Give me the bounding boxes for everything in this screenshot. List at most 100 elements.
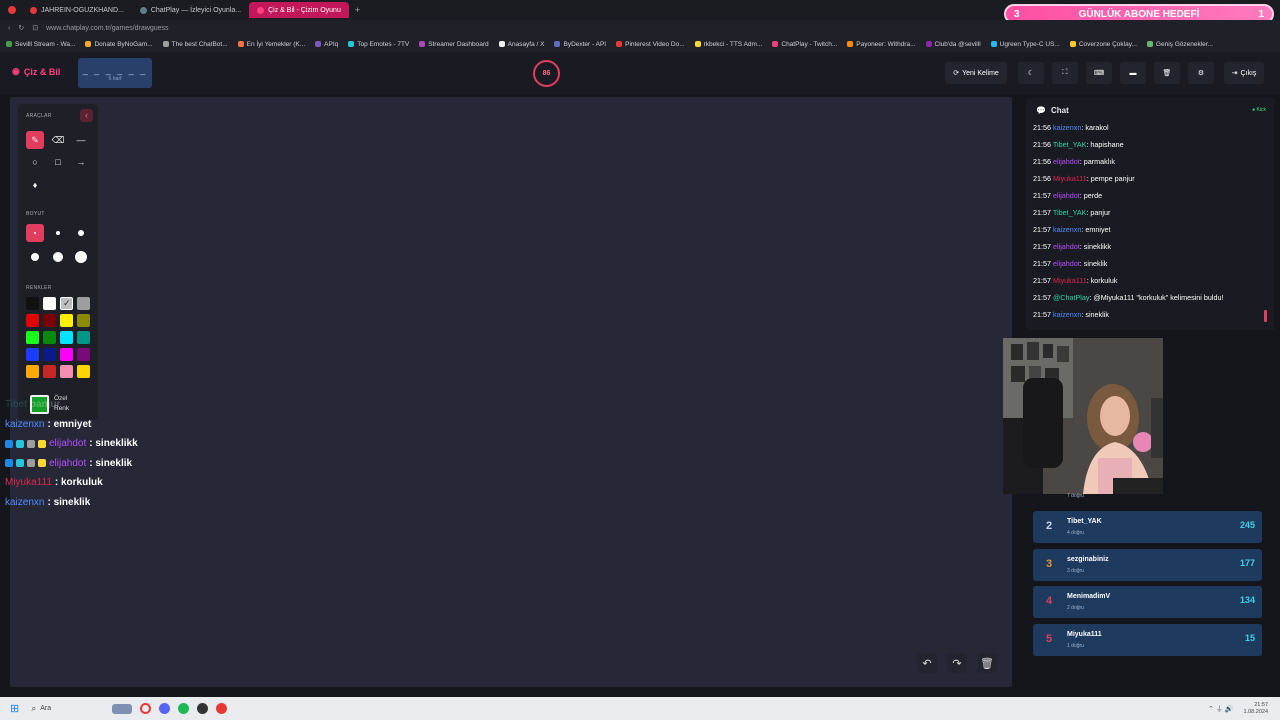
bookmark-item[interactable]: Streamer Dashboard	[419, 41, 489, 48]
trash-button[interactable]: 🗑	[1154, 62, 1180, 84]
chat-user[interactable]: kaizenxn	[1053, 310, 1081, 319]
color-swatch[interactable]	[60, 348, 73, 361]
bookmark-item[interactable]: rkbekci - TTS Adm...	[694, 41, 762, 48]
pen-tool[interactable]: ✎	[26, 131, 44, 149]
keyboard-button[interactable]: ⌨	[1086, 62, 1112, 84]
fullscreen-button[interactable]: ⛶	[1052, 62, 1078, 84]
tools-title: ARAÇLAR	[26, 113, 52, 119]
settings-button[interactable]: ⚙	[1188, 62, 1214, 84]
browser-menu-icon[interactable]	[8, 6, 16, 14]
color-swatch[interactable]	[26, 348, 39, 361]
size-3[interactable]	[72, 224, 90, 242]
rectangle-tool[interactable]: □	[49, 153, 67, 171]
color-swatch[interactable]	[60, 365, 73, 378]
discord-icon[interactable]	[159, 703, 171, 714]
color-swatch[interactable]	[77, 365, 90, 378]
new-tab-icon[interactable]: +	[355, 5, 360, 15]
windows-start-icon[interactable]: ⊞	[10, 702, 19, 715]
bookmark-item[interactable]: Pinterest Video Do...	[616, 41, 685, 48]
color-swatch[interactable]	[26, 365, 39, 378]
color-swatch[interactable]	[60, 331, 73, 344]
circle-tool[interactable]: ○	[26, 153, 44, 171]
bookmark-item[interactable]: Sevilll Stream - Wa...	[6, 41, 75, 48]
tab-1[interactable]: JAHREIN-OGUZKHAND...	[22, 2, 132, 18]
undo-button[interactable]: ↶	[917, 653, 937, 673]
bookmark-item[interactable]: Payoneer: Withdra...	[847, 41, 916, 48]
size-2[interactable]	[49, 224, 67, 242]
size-4[interactable]	[26, 248, 44, 266]
taskbar-search[interactable]: Ara	[40, 705, 100, 712]
bookmark-item[interactable]: ByDexter - API	[554, 41, 606, 48]
reload-icon[interactable]: ↻	[18, 24, 24, 32]
bookmark-item[interactable]: Club'da @sevilll	[925, 41, 981, 48]
app-icon[interactable]	[112, 703, 133, 714]
app-logo[interactable]: ◉ Çiz & Bil	[12, 66, 60, 77]
color-swatch[interactable]	[77, 297, 90, 310]
opera-icon[interactable]	[140, 703, 152, 714]
bookmark-item[interactable]: ChatPlay - Twitch...	[772, 41, 837, 48]
size-6[interactable]	[72, 248, 90, 266]
eraser-tool[interactable]: ⌫	[49, 131, 67, 149]
obs-icon[interactable]	[197, 703, 209, 714]
bookmark-item[interactable]: Anasayfa / X	[498, 41, 544, 48]
bookmark-item[interactable]: En İyi Yemekler (K...	[237, 41, 305, 48]
tab-3[interactable]: Çiz & Bil - Çizim Oyunu	[249, 2, 349, 18]
new-word-button[interactable]: ⟳ Yeni Kelime	[945, 62, 1007, 84]
collapse-panel-button[interactable]: ‹	[80, 109, 93, 122]
tab-2[interactable]: ChatPlay — İzleyici Oyunla...	[132, 2, 249, 18]
bookmark-item[interactable]: Coverzone Çoklay...	[1069, 41, 1137, 48]
chat-user[interactable]: elijahdot	[1053, 242, 1080, 251]
chat-user[interactable]: Tibet_YAK	[1053, 208, 1087, 217]
bookmark-item[interactable]: Geniş Gözenekler...	[1146, 41, 1213, 48]
dark-mode-button[interactable]: ☾	[1018, 62, 1044, 84]
redo-button[interactable]: ↷	[947, 653, 967, 673]
size-title: BOYUT	[26, 211, 45, 217]
chat-user[interactable]: Tibet_YAK	[1053, 140, 1087, 149]
tray-icons[interactable]: ⌃ ⏚ 🔊	[1208, 704, 1233, 714]
bookmark-item[interactable]: Ugreen Type-C US...	[990, 41, 1060, 48]
sub-goal-current: 3	[1014, 8, 1020, 20]
chat-user[interactable]: @ChatPlay	[1053, 293, 1089, 302]
chat-user[interactable]: kaizenxn	[1053, 225, 1081, 234]
spotify-icon[interactable]	[178, 703, 190, 714]
chat-user[interactable]: elijahdot	[1053, 157, 1080, 166]
bookmark-favicon-icon	[348, 41, 355, 47]
color-swatch[interactable]	[26, 331, 39, 344]
bookmark-item[interactable]: The best ChatBot...	[162, 41, 228, 48]
bookmark-item[interactable]: Donate ByNoGam...	[85, 41, 153, 48]
fill-tool[interactable]: ♦	[26, 176, 44, 194]
chat-time: 21:57	[1033, 225, 1051, 234]
chat-user[interactable]: elijahdot	[1053, 259, 1080, 268]
arrow-tool[interactable]: →	[72, 153, 90, 171]
color-swatch[interactable]	[43, 365, 56, 378]
color-swatch[interactable]	[60, 314, 73, 327]
line-tool[interactable]: —	[72, 131, 90, 149]
bookmark-item[interactable]: Top Emotes - 7TV	[348, 41, 409, 48]
bookmark-item[interactable]: APIq	[315, 41, 338, 48]
window-button[interactable]: ▬	[1120, 62, 1146, 84]
drawing-canvas[interactable]	[10, 97, 1012, 687]
color-swatch[interactable]	[77, 314, 90, 327]
color-swatch[interactable]	[43, 297, 56, 310]
color-swatch[interactable]	[77, 348, 90, 361]
color-swatch[interactable]	[43, 314, 56, 327]
color-swatch[interactable]: ✓	[60, 297, 73, 310]
color-swatch[interactable]	[26, 314, 39, 327]
search-icon[interactable]: ⌕	[31, 703, 36, 714]
color-swatch[interactable]	[43, 348, 56, 361]
chrome-icon[interactable]	[216, 703, 228, 714]
chat-user[interactable]: Miyuka111	[1053, 276, 1087, 285]
color-swatch[interactable]	[77, 331, 90, 344]
chat-user[interactable]: kaizenxn	[1053, 123, 1081, 132]
color-swatch[interactable]	[26, 297, 39, 310]
clear-canvas-button[interactable]: 🗑	[977, 653, 997, 673]
chat-user[interactable]: elijahdot	[1053, 191, 1080, 200]
size-5[interactable]	[49, 248, 67, 266]
url-field[interactable]: www.chatplay.com.tr/games/drawguess	[46, 25, 168, 32]
color-swatch[interactable]	[43, 331, 56, 344]
back-icon[interactable]: ‹	[8, 25, 10, 32]
size-1[interactable]	[26, 224, 44, 242]
chat-user[interactable]: Miyuka111	[1053, 174, 1087, 183]
chat-scrollbar[interactable]	[1264, 310, 1267, 322]
logout-button[interactable]: ⇥ Çıkış	[1224, 62, 1264, 84]
